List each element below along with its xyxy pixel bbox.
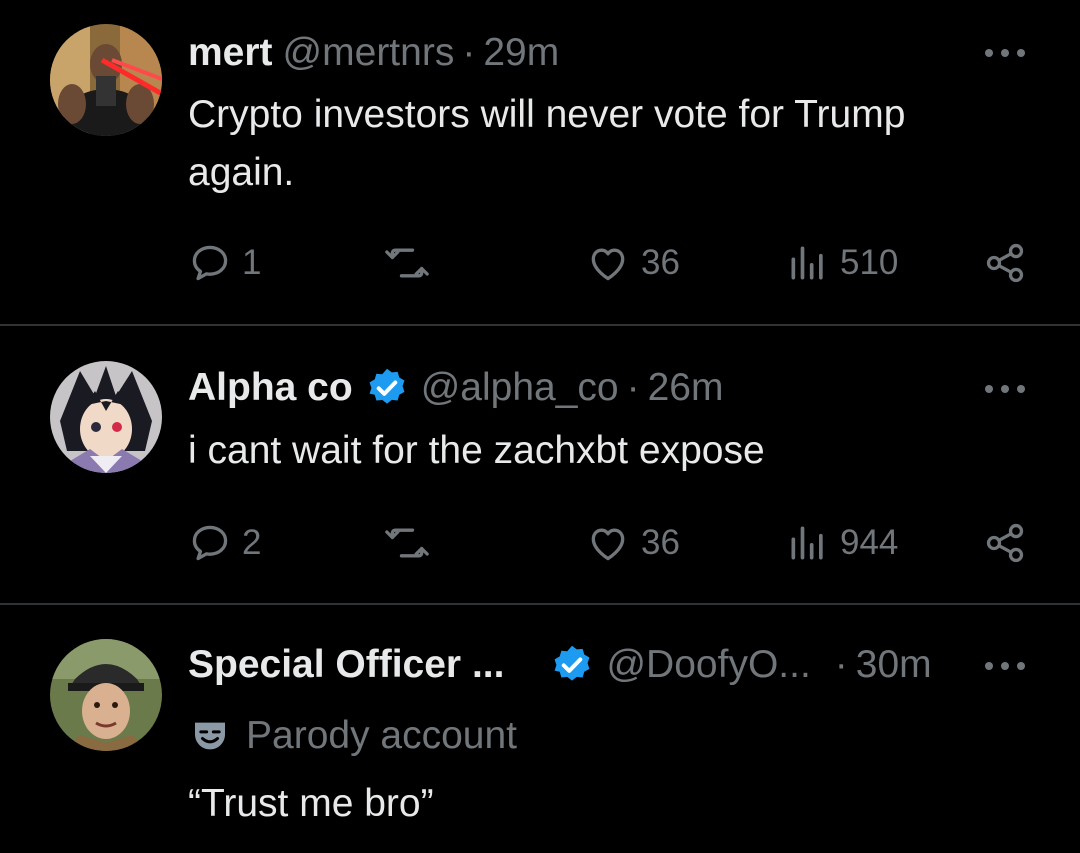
share-button[interactable]: [982, 518, 1028, 568]
display-name[interactable]: Alpha co: [188, 366, 353, 410]
timestamp[interactable]: 30m: [856, 643, 932, 687]
heart-icon: [591, 248, 625, 281]
avatar[interactable]: [50, 639, 162, 751]
heart-icon: [591, 528, 625, 561]
views-button[interactable]: 944: [786, 518, 898, 568]
retweet-button[interactable]: [382, 238, 432, 288]
analytics-icon: [791, 246, 823, 280]
separator-dot: ·: [834, 643, 848, 686]
views-button[interactable]: 510: [786, 238, 898, 288]
like-count: 36: [641, 243, 680, 282]
analytics-icon: [791, 526, 823, 560]
separator-dot: ·: [462, 31, 476, 74]
tweet[interactable]: Alpha co @alpha_co · 26m i cant wait for…: [0, 326, 1080, 604]
parody-label: Parody account: [190, 711, 517, 761]
avatar[interactable]: [50, 361, 162, 473]
reply-button[interactable]: 2: [188, 518, 261, 568]
parody-label-text: Parody account: [246, 714, 518, 757]
reply-icon: [192, 245, 228, 281]
retweet-icon: [385, 248, 429, 278]
retweet-icon: [385, 528, 429, 558]
share-icon: [986, 243, 1024, 283]
like-button[interactable]: 36: [585, 238, 680, 288]
verified-badge-icon: [555, 645, 590, 681]
reply-count: 1: [242, 243, 262, 282]
parody-mask-icon: [195, 722, 225, 750]
like-button[interactable]: 36: [585, 518, 680, 568]
reply-button[interactable]: 1: [188, 238, 261, 288]
view-count: 510: [840, 243, 899, 282]
display-name[interactable]: Special Officer ...: [188, 643, 504, 687]
timestamp[interactable]: 26m: [648, 366, 724, 410]
display-name[interactable]: mert: [188, 31, 273, 75]
view-count: 944: [840, 523, 899, 562]
tweet-text: Crypto investors will never vote for Tru…: [188, 93, 906, 194]
retweet-button[interactable]: [382, 518, 432, 568]
share-icon: [986, 523, 1024, 563]
separator-dot: ·: [626, 366, 640, 409]
tweet-header: Alpha co @alpha_co · 26m: [188, 363, 723, 413]
tweet-text: “Trust me bro”: [188, 782, 434, 825]
more-options-icon[interactable]: [980, 651, 1030, 681]
more-options-icon[interactable]: [980, 38, 1030, 68]
avatar[interactable]: [50, 24, 162, 136]
handle[interactable]: @alpha_co: [421, 366, 619, 410]
reply-count: 2: [242, 523, 262, 562]
share-button[interactable]: [982, 238, 1028, 288]
action-bar: 2 36 944: [0, 518, 1080, 568]
handle[interactable]: @DoofyO...: [606, 643, 810, 687]
handle[interactable]: @mertnrs: [283, 31, 455, 75]
verified-badge-icon: [369, 368, 405, 404]
tweet[interactable]: Special Officer ... @DoofyO... · 30m Par…: [0, 605, 1080, 853]
tweet-header: mert @mertnrs · 29m: [188, 28, 559, 78]
action-bar: 1 36 510: [0, 238, 1080, 288]
more-options-icon[interactable]: [980, 374, 1030, 404]
tweet-header: Special Officer ... @DoofyO... · 30m: [188, 640, 932, 690]
like-count: 36: [641, 523, 680, 562]
timestamp[interactable]: 29m: [483, 31, 559, 75]
tweet[interactable]: mert @mertnrs · 29m Crypto investors wil…: [0, 0, 1080, 325]
tweet-text: i cant wait for the zachxbt expose: [188, 429, 765, 472]
reply-icon: [192, 525, 228, 561]
